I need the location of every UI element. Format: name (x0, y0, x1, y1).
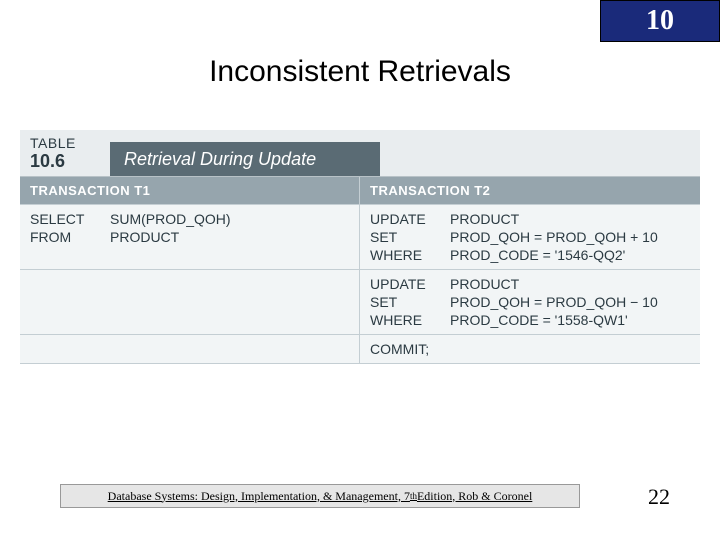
chapter-number: 10 (646, 5, 674, 37)
table-row: UPDATEPRODUCT SETPROD_QOH = PROD_QOH − 1… (20, 269, 700, 334)
cell-t2: COMMIT; (360, 335, 700, 363)
footer-sup: th (410, 491, 417, 501)
table-number: 10.6 (30, 151, 110, 172)
table-header-row: TABLE 10.6 Retrieval During Update (20, 130, 700, 176)
chapter-number-box: 10 (600, 0, 720, 42)
slide-title: Inconsistent Retrievals (0, 55, 720, 89)
footer-text-pre: Database Systems: Design, Implementation… (108, 489, 410, 504)
footer-citation: Database Systems: Design, Implementation… (60, 484, 580, 508)
footer-text-post: Edition, Rob & Coronel (417, 489, 532, 504)
cell-t1: SELECTSUM(PROD_QOH) FROMPRODUCT (20, 205, 360, 269)
cell-t1 (20, 270, 360, 334)
table-row: SELECTSUM(PROD_QOH) FROMPRODUCT UPDATEPR… (20, 204, 700, 269)
table-row: COMMIT; (20, 334, 700, 364)
cell-t2: UPDATEPRODUCT SETPROD_QOH = PROD_QOH − 1… (360, 270, 700, 334)
table-10-6: TABLE 10.6 Retrieval During Update TRANS… (20, 130, 700, 364)
table-caption: Retrieval During Update (110, 142, 380, 176)
page-number: 22 (648, 484, 670, 510)
col-header-t1: TRANSACTION T1 (20, 177, 360, 204)
table-label-block: TABLE 10.6 (20, 131, 110, 176)
table-column-headers: TRANSACTION T1 TRANSACTION T2 (20, 177, 700, 204)
col-header-t2: TRANSACTION T2 (360, 177, 700, 204)
cell-t2: UPDATEPRODUCT SETPROD_QOH = PROD_QOH + 1… (360, 205, 700, 269)
cell-t1 (20, 335, 360, 363)
table-label: TABLE (30, 135, 110, 151)
table-grid: TRANSACTION T1 TRANSACTION T2 SELECTSUM(… (20, 176, 700, 364)
